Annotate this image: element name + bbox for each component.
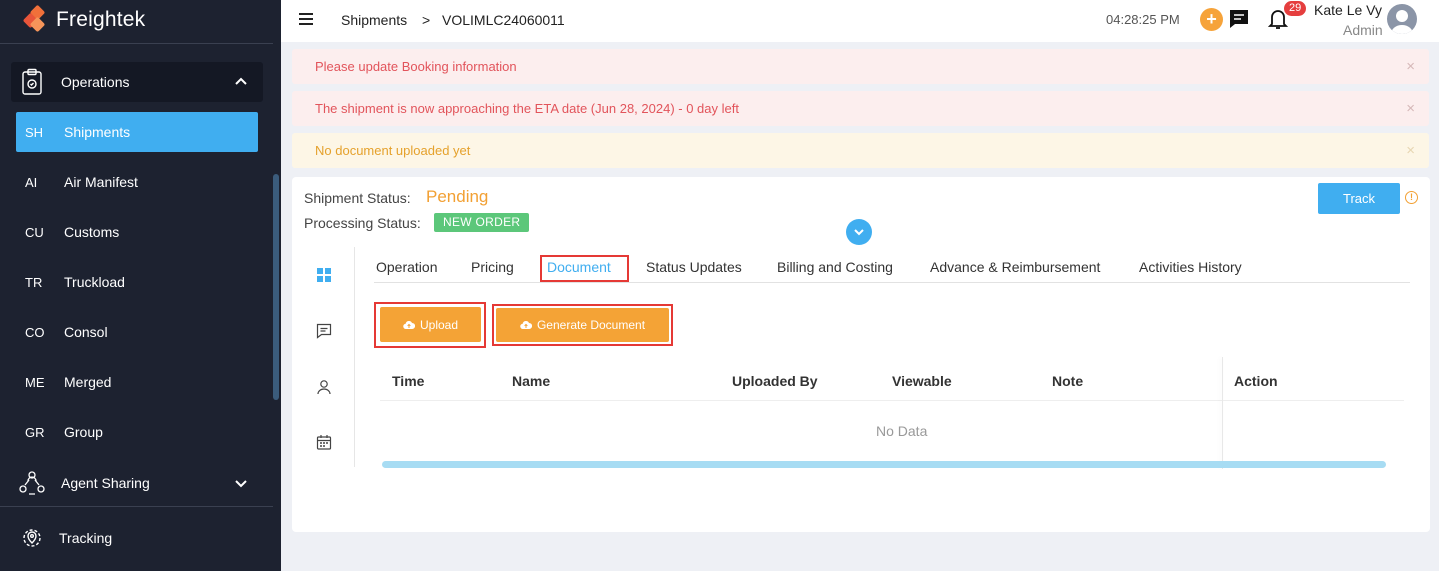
tab-status-updates[interactable]: Status Updates xyxy=(646,259,742,275)
shipment-status-label: Shipment Status: xyxy=(304,190,411,206)
sidebar-item-abbr: SH xyxy=(25,124,44,140)
sidebar-item-shipments[interactable]: SH Shipments xyxy=(16,112,258,152)
expand-button[interactable] xyxy=(846,219,872,245)
breadcrumb-separator: > xyxy=(422,12,431,28)
sidebar-item-abbr: CU xyxy=(25,224,44,240)
fixed-column-shadow xyxy=(1222,357,1223,469)
tab-pricing[interactable]: Pricing xyxy=(471,259,514,275)
cloud-upload-icon xyxy=(520,321,532,330)
table-horizontal-scrollbar[interactable] xyxy=(382,461,1386,468)
divider xyxy=(354,247,355,467)
tab-operation[interactable]: Operation xyxy=(376,259,437,275)
sidebar-item-abbr: TR xyxy=(25,274,43,290)
sidebar-item-tracking[interactable]: Tracking xyxy=(18,522,263,554)
sidebar: Freightek Operations SH Shipments AI Air… xyxy=(0,0,281,571)
comment-icon[interactable] xyxy=(316,323,332,339)
upload-button[interactable]: Upload xyxy=(380,307,481,342)
divider xyxy=(0,506,273,507)
cloud-upload-icon xyxy=(403,320,415,329)
column-uploaded-by[interactable]: Uploaded By xyxy=(732,373,818,389)
alert-text: Please update Booking information xyxy=(315,59,517,74)
sidebar-group-operations[interactable]: Operations xyxy=(11,62,263,102)
table-header: Time Name Uploaded By Viewable Note Acti… xyxy=(380,365,1404,401)
divider xyxy=(0,43,273,44)
chevron-down-icon xyxy=(854,229,864,236)
sidebar-item-abbr: CO xyxy=(25,324,45,340)
sidebar-item-label: Agent Sharing xyxy=(61,475,150,491)
sidebar-item-merged[interactable]: ME Merged xyxy=(16,362,258,402)
status-badge: NEW ORDER xyxy=(434,213,530,232)
chat-icon[interactable] xyxy=(1228,8,1250,30)
user-role: Admin xyxy=(1343,22,1383,38)
column-viewable[interactable]: Viewable xyxy=(892,373,952,389)
app-name: Freightek xyxy=(56,8,146,31)
column-name[interactable]: Name xyxy=(512,373,550,389)
sidebar-item-agent-sharing[interactable]: Agent Sharing xyxy=(18,467,263,499)
close-icon[interactable]: × xyxy=(1406,58,1415,75)
upload-button-label: Upload xyxy=(419,317,459,332)
track-button[interactable]: Track xyxy=(1318,183,1400,214)
notification-badge: 29 xyxy=(1284,1,1307,16)
empty-table-message: No Data xyxy=(876,423,928,439)
sidebar-item-abbr: GR xyxy=(25,424,45,440)
sidebar-scrollbar[interactable] xyxy=(273,174,279,400)
chevron-up-icon[interactable] xyxy=(233,73,249,89)
user-icon[interactable] xyxy=(316,379,332,395)
sidebar-item-label: Truckload xyxy=(64,274,125,290)
app-logo[interactable]: Freightek xyxy=(22,4,146,34)
calendar-icon[interactable] xyxy=(316,434,332,450)
sidebar-item-label: Customs xyxy=(64,224,120,240)
processing-status-label: Processing Status: xyxy=(304,215,421,231)
sidebar-item-label: Air Manifest xyxy=(64,174,138,190)
sidebar-item-label: Tracking xyxy=(59,530,113,546)
top-header: Shipments > VOLIMLC24060011 04:28:25 PM … xyxy=(281,0,1439,42)
user-name[interactable]: Kate Le Vy xyxy=(1314,2,1382,18)
tab-activities-history[interactable]: Activities History xyxy=(1139,259,1242,275)
logo-icon xyxy=(22,4,50,33)
column-note[interactable]: Note xyxy=(1052,373,1083,389)
sidebar-item-label: Shipments xyxy=(64,124,131,140)
menu-icon[interactable] xyxy=(299,13,313,25)
sidebar-item-abbr: AI xyxy=(25,174,38,190)
clock: 04:28:25 PM xyxy=(1106,12,1180,27)
shipment-card: Shipment Status: Pending Processing Stat… xyxy=(292,177,1430,532)
people-network-icon xyxy=(19,471,45,495)
sidebar-item-air-manifest[interactable]: AI Air Manifest xyxy=(16,162,258,202)
sidebar-item-truckload[interactable]: TR Truckload xyxy=(16,262,258,302)
sidebar-item-customs[interactable]: CU Customs xyxy=(16,212,258,252)
tab-bar: Operation Pricing Document Status Update… xyxy=(374,253,1410,283)
shipment-status-value: Pending xyxy=(426,187,489,206)
grid-icon[interactable] xyxy=(316,267,332,283)
sidebar-item-abbr: ME xyxy=(25,374,45,390)
column-action[interactable]: Action xyxy=(1234,373,1278,389)
alert-text: No document uploaded yet xyxy=(315,143,471,158)
sidebar-group-label: Operations xyxy=(61,74,130,90)
column-time[interactable]: Time xyxy=(392,373,424,389)
clipboard-icon xyxy=(22,68,42,95)
sidebar-item-label: Merged xyxy=(64,374,112,390)
add-button[interactable]: + xyxy=(1200,8,1223,31)
sidebar-item-group[interactable]: GR Group xyxy=(16,412,258,452)
avatar[interactable] xyxy=(1387,4,1417,34)
alert-eta: The shipment is now approaching the ETA … xyxy=(292,91,1429,126)
user-avatar-icon xyxy=(1391,10,1413,34)
alert-no-document: No document uploaded yet × xyxy=(292,133,1429,168)
sidebar-item-label: Group xyxy=(64,424,103,440)
alert-text: The shipment is now approaching the ETA … xyxy=(315,101,739,116)
info-icon[interactable]: ! xyxy=(1405,191,1418,204)
close-icon[interactable]: × xyxy=(1406,142,1415,159)
sidebar-item-label: Consol xyxy=(64,324,108,340)
breadcrumb-root[interactable]: Shipments xyxy=(341,12,407,28)
generate-document-label: Generate Document xyxy=(536,318,646,332)
generate-document-button[interactable]: Generate Document xyxy=(496,308,669,342)
tab-advance-reimbursement[interactable]: Advance & Reimbursement xyxy=(930,259,1100,275)
close-icon[interactable]: × xyxy=(1406,100,1415,117)
location-pin-icon xyxy=(23,529,41,547)
tab-billing-and-costing[interactable]: Billing and Costing xyxy=(777,259,893,275)
chevron-down-icon[interactable] xyxy=(233,475,249,491)
highlight-box xyxy=(540,255,629,282)
alert-booking: Please update Booking information × xyxy=(292,49,1429,84)
sidebar-item-consol[interactable]: CO Consol xyxy=(16,312,258,352)
breadcrumb-current: VOLIMLC24060011 xyxy=(442,12,565,28)
